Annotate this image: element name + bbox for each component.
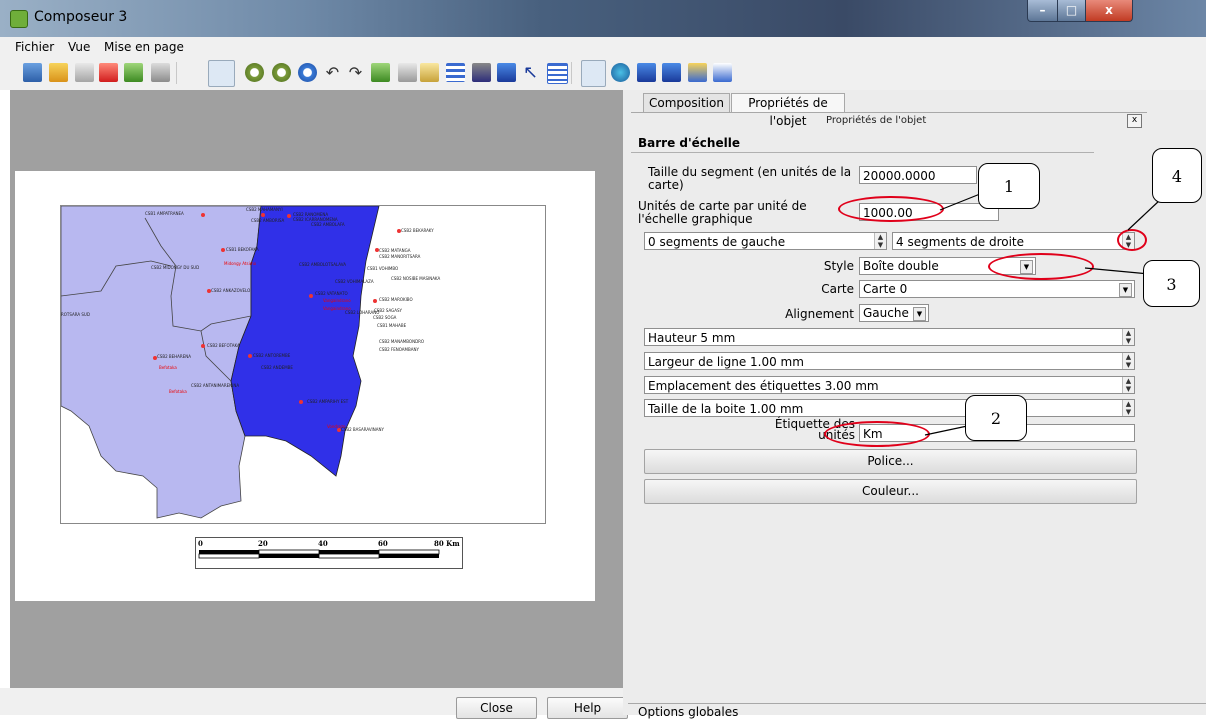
callout-3: 3: [1143, 260, 1200, 307]
callout-1: 1: [978, 163, 1040, 209]
callout-4: 4: [1152, 148, 1202, 203]
callout-2: 2: [965, 395, 1027, 441]
callout-connectors: [924, 189, 1161, 436]
